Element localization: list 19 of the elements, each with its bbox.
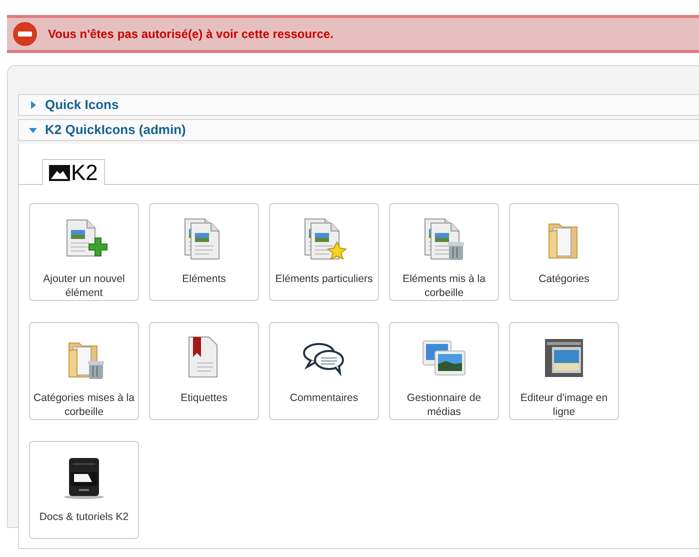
quick-icon-tile[interactable]: Eléments — [149, 203, 259, 301]
collapsed-arrow-icon — [29, 101, 37, 109]
expanded-arrow-icon — [29, 126, 37, 134]
quick-icon-tile[interactable]: Ajouter un nouvel élément — [29, 203, 139, 301]
tab[interactable]: K2 — [42, 159, 105, 185]
quick-icon-tile[interactable]: Eléments particuliers — [269, 203, 379, 301]
quick-icon-tile[interactable]: Etiquettes — [149, 322, 259, 420]
section-header[interactable]: K2 QuickIcons (admin) — [18, 119, 699, 141]
quick-icon-tile[interactable]: Editeur d'image en ligne — [509, 322, 619, 420]
quick-icon-tile[interactable]: Eléments mis à la corbeille — [389, 203, 499, 301]
section-header[interactable]: Quick Icons — [18, 94, 699, 116]
quick-icon-tile[interactable]: Docs & tutoriels K2 — [29, 441, 139, 539]
error-icon — [12, 21, 38, 47]
quick-icon-tile[interactable]: Commentaires — [269, 322, 379, 420]
quick-icon-tile[interactable]: Catégories mises à la corbeille — [29, 322, 139, 420]
quick-icon-tile[interactable]: Catégories — [509, 203, 619, 301]
error-message: Vous n'êtes pas autorisé(e) à voir cette ressource. — [48, 26, 334, 43]
quick-icon-tile[interactable]: Gestionnaire de médias — [389, 322, 499, 420]
mountain-icon — [49, 164, 70, 180]
